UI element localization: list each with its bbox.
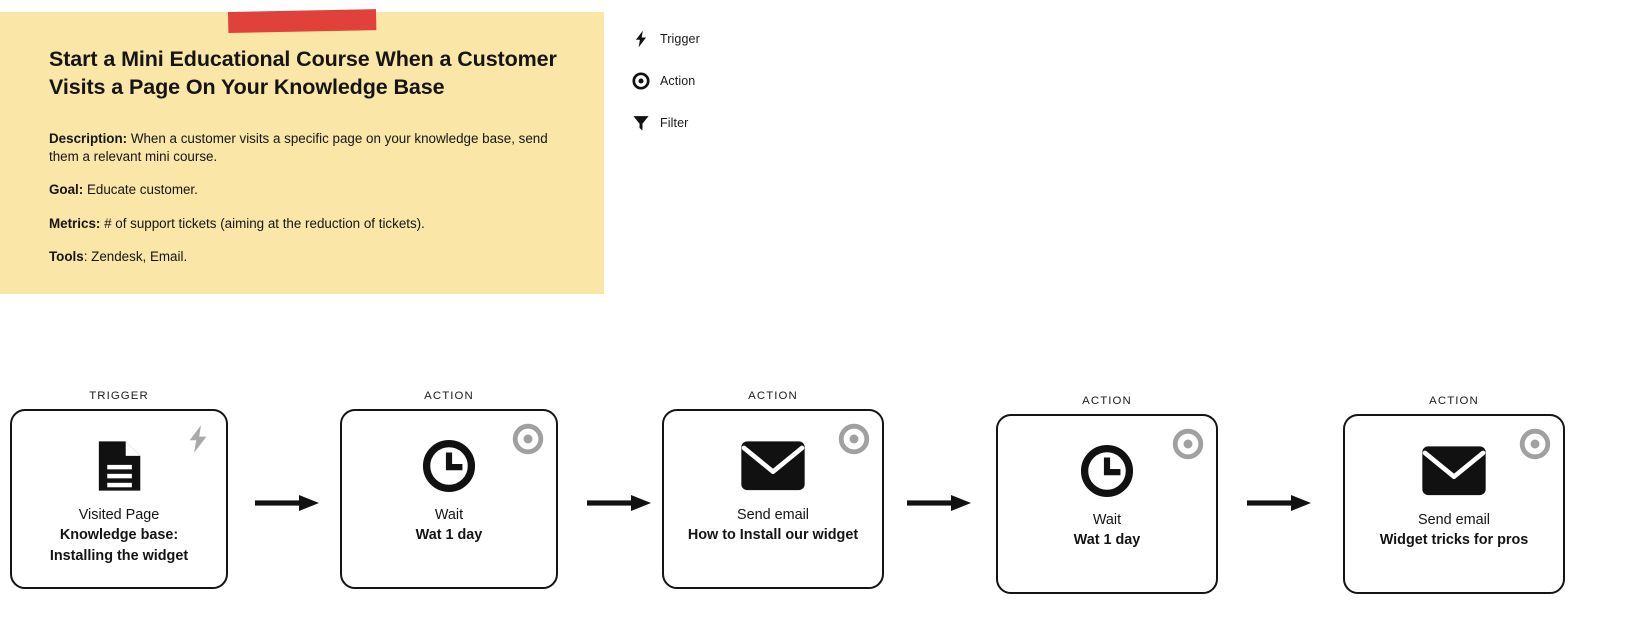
node-card[interactable]: Send email How to Install our widget: [662, 409, 884, 589]
flow-arrow-3: [907, 493, 971, 513]
target-circle-icon: [630, 70, 652, 92]
note-metrics-label: Metrics:: [49, 215, 101, 231]
node-card[interactable]: Send email Widget tricks for pros: [1343, 414, 1565, 594]
target-circle-icon: [1519, 428, 1551, 460]
lightning-bolt-icon: [630, 28, 652, 50]
legend-item-action: Action: [630, 60, 770, 102]
node-text: Send email How to Install our widget: [680, 505, 866, 546]
legend-item-label: Filter: [660, 116, 689, 130]
node-kind-label: ACTION: [748, 390, 798, 402]
node-kind-label: ACTION: [424, 390, 474, 402]
node-secondary-label: Widget tricks for pros: [1379, 532, 1529, 549]
flow-arrow-1: [255, 493, 319, 513]
clock-icon: [421, 437, 477, 495]
node-kind-label: TRIGGER: [89, 390, 149, 402]
node-primary-label: Send email: [1418, 512, 1490, 528]
node-secondary-label: How to Install our widget: [687, 527, 859, 544]
node-text: Wait Wat 1 day: [408, 505, 491, 546]
target-circle-icon: [512, 423, 544, 455]
node-secondary-label: Knowledge base:: [59, 527, 179, 544]
note-tools-label: Tools: [49, 248, 84, 264]
legend-item-label: Action: [660, 74, 696, 88]
node-text: Visited Page Knowledge base: Installing th…: [42, 505, 196, 566]
lightning-bolt-icon: [182, 423, 214, 455]
workflow-flow-diagram: TRIGGER Visited Page Knowledge base: Instal…: [0, 375, 1643, 619]
flow-node-4[interactable]: ACTION Wait Wat 1 day: [996, 395, 1218, 594]
note-tools-text: : Zendesk, Email.: [83, 248, 188, 264]
node-card[interactable]: Wait Wat 1 day: [340, 409, 558, 589]
node-card[interactable]: Wait Wat 1 day: [996, 414, 1218, 594]
node-primary-label: Wait: [434, 507, 464, 523]
legend-item-label: Trigger: [660, 32, 700, 46]
note-goal: Goal: Educate customer.: [49, 181, 569, 199]
node-kind-label: ACTION: [1429, 395, 1479, 407]
flow-arrow-4: [1247, 493, 1311, 513]
flow-arrow-2: [587, 493, 651, 513]
note-goal-text: Educate customer.: [83, 182, 198, 198]
red-tape-strip: [228, 9, 377, 33]
page-title: Start a Mini Educational Course When a C…: [49, 47, 557, 99]
document-icon: [91, 437, 147, 495]
sticky-note: Start a Mini Educational Course When a C…: [0, 9, 604, 294]
note-metrics-text: # of support tickets (aiming at the redu…: [100, 215, 425, 231]
node-secondary-label: Wat 1 day: [1073, 532, 1141, 549]
node-primary-label: Visited Page: [78, 507, 160, 523]
envelope-icon: [1421, 442, 1487, 500]
flow-node-1[interactable]: TRIGGER Visited Page Knowledge base: Instal…: [10, 390, 228, 589]
clock-icon: [1079, 442, 1135, 500]
funnel-icon: [630, 112, 652, 134]
note-description: Description: When a customer visits a sp…: [49, 130, 569, 166]
flow-node-2[interactable]: ACTION Wait Wat 1 day: [340, 390, 558, 589]
target-circle-icon: [838, 423, 870, 455]
node-primary-label: Send email: [736, 507, 809, 523]
node-kind-label: ACTION: [1082, 395, 1132, 407]
legend-item-filter: Filter: [630, 102, 770, 144]
node-tertiary-label: Installing the widget: [49, 547, 189, 564]
node-text: Wait Wat 1 day: [1066, 510, 1149, 551]
legend-item-trigger: Trigger: [630, 18, 770, 60]
note-goal-label: Goal:: [49, 182, 84, 198]
node-secondary-label: Wat 1 day: [415, 527, 483, 544]
node-card[interactable]: Visited Page Knowledge base: Installing th…: [10, 409, 228, 589]
node-text: Send email Widget tricks for pros: [1372, 510, 1537, 551]
note-description-label: Description:: [49, 131, 128, 146]
legend: Trigger Action Filter: [630, 18, 770, 144]
flow-node-5[interactable]: ACTION Send email Widget tricks for pros: [1343, 395, 1565, 594]
node-primary-label: Wait: [1092, 512, 1122, 528]
target-circle-icon: [1172, 428, 1204, 460]
flow-node-3[interactable]: ACTION Send email How to Install our widge…: [662, 390, 884, 589]
note-body: Description: When a customer visits a sp…: [49, 130, 569, 266]
envelope-icon: [740, 437, 806, 495]
note-metrics: Metrics: # of support tickets (aiming at…: [49, 215, 569, 233]
note-tools: Tools: Zendesk, Email.: [49, 248, 569, 266]
